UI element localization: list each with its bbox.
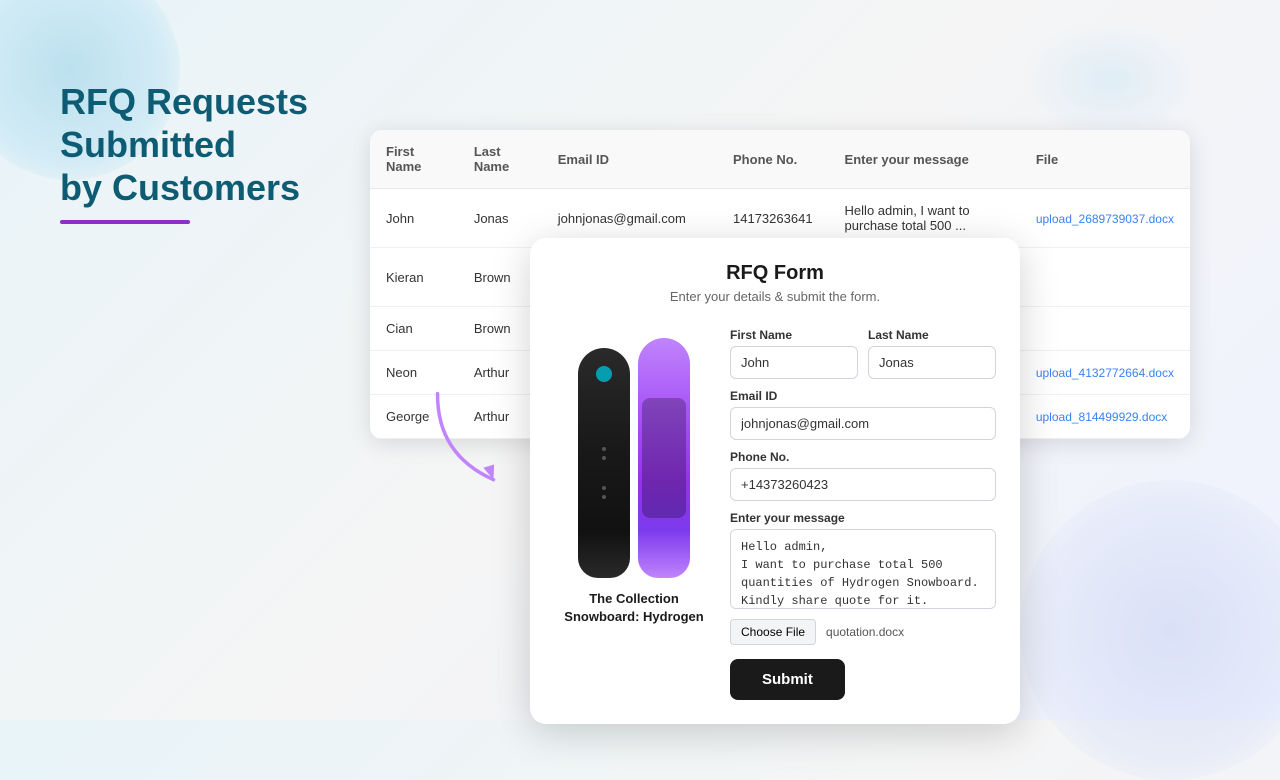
modal-subtitle: Enter your details & submit the form. (554, 289, 996, 304)
table-cell: Kieran (370, 248, 458, 307)
arrow-icon (400, 370, 539, 509)
page-title-area: RFQ Requests Submitted by Customers (60, 80, 360, 224)
message-group: Enter your message Hello admin, I want t… (730, 511, 996, 609)
bg-blob-tr (1020, 20, 1200, 140)
table-cell-file: upload_4132772664.docx (1020, 351, 1190, 395)
first-name-label: First Name (730, 328, 858, 342)
snowboard-dots-bottom (602, 486, 606, 499)
phone-group: Phone No. (730, 450, 996, 501)
col-email: Email ID (542, 130, 717, 189)
email-label: Email ID (730, 389, 996, 403)
submit-button[interactable]: Submit (730, 659, 845, 700)
file-download-link[interactable]: upload_4132772664.docx (1036, 366, 1174, 380)
snowboard-images (578, 328, 690, 578)
page-title-line1: RFQ Requests Submitted (60, 81, 308, 165)
col-first-name: First Name (370, 130, 458, 189)
dot4 (602, 495, 606, 499)
table-cell-file (1020, 307, 1190, 351)
table-cell: John (370, 189, 458, 248)
first-name-input[interactable] (730, 346, 858, 379)
dot3 (602, 486, 606, 490)
message-textarea[interactable]: Hello admin, I want to purchase total 50… (730, 529, 996, 609)
table-cell-file: upload_814499929.docx (1020, 395, 1190, 439)
phone-input[interactable] (730, 468, 996, 501)
bg-blob-br (1020, 480, 1280, 780)
snowboard-dots-top (602, 447, 606, 460)
message-label: Enter your message (730, 511, 996, 525)
col-last-name: Last Name (458, 130, 542, 189)
phone-label: Phone No. (730, 450, 996, 464)
dot1 (602, 447, 606, 451)
table-cell: Jonas (458, 189, 542, 248)
col-phone: Phone No. (717, 130, 829, 189)
rfq-modal: RFQ Form Enter your details & submit the… (530, 238, 1020, 724)
page-title-line2: by Customers (60, 167, 300, 208)
col-file: File (1020, 130, 1190, 189)
first-name-group: First Name (730, 328, 858, 379)
modal-body: The Collection Snowboard: Hydrogen First… (530, 312, 1020, 724)
snowboard-black (578, 348, 630, 578)
table-cell: Cian (370, 307, 458, 351)
file-download-link[interactable]: upload_814499929.docx (1036, 410, 1167, 424)
page-title-underline (60, 220, 190, 224)
table-header-row: First Name Last Name Email ID Phone No. … (370, 130, 1190, 189)
table-cell-file (1020, 248, 1190, 307)
snowboard-area: The Collection Snowboard: Hydrogen (554, 328, 714, 700)
choose-file-button[interactable]: Choose File (730, 619, 816, 645)
last-name-input[interactable] (868, 346, 996, 379)
rfq-form: First Name Last Name Email ID Phone No. (730, 328, 996, 700)
name-row: First Name Last Name (730, 328, 996, 379)
page-title: RFQ Requests Submitted by Customers (60, 80, 360, 210)
modal-title: RFQ Form (554, 262, 996, 285)
snowboard-label: The Collection Snowboard: Hydrogen (554, 590, 714, 626)
modal-header: RFQ Form Enter your details & submit the… (530, 238, 1020, 312)
last-name-group: Last Name (868, 328, 996, 379)
snowboard-purple (638, 338, 690, 578)
last-name-label: Last Name (868, 328, 996, 342)
file-download-link[interactable]: upload_2689739037.docx (1036, 212, 1174, 226)
file-name-display: quotation.docx (826, 625, 904, 639)
file-upload-row: Choose File quotation.docx (730, 619, 996, 645)
product-name: The Collection Snowboard: Hydrogen (554, 590, 714, 626)
table-cell-file: upload_2689739037.docx (1020, 189, 1190, 248)
col-message: Enter your message (829, 130, 1020, 189)
email-group: Email ID (730, 389, 996, 440)
email-input[interactable] (730, 407, 996, 440)
dot2 (602, 456, 606, 460)
